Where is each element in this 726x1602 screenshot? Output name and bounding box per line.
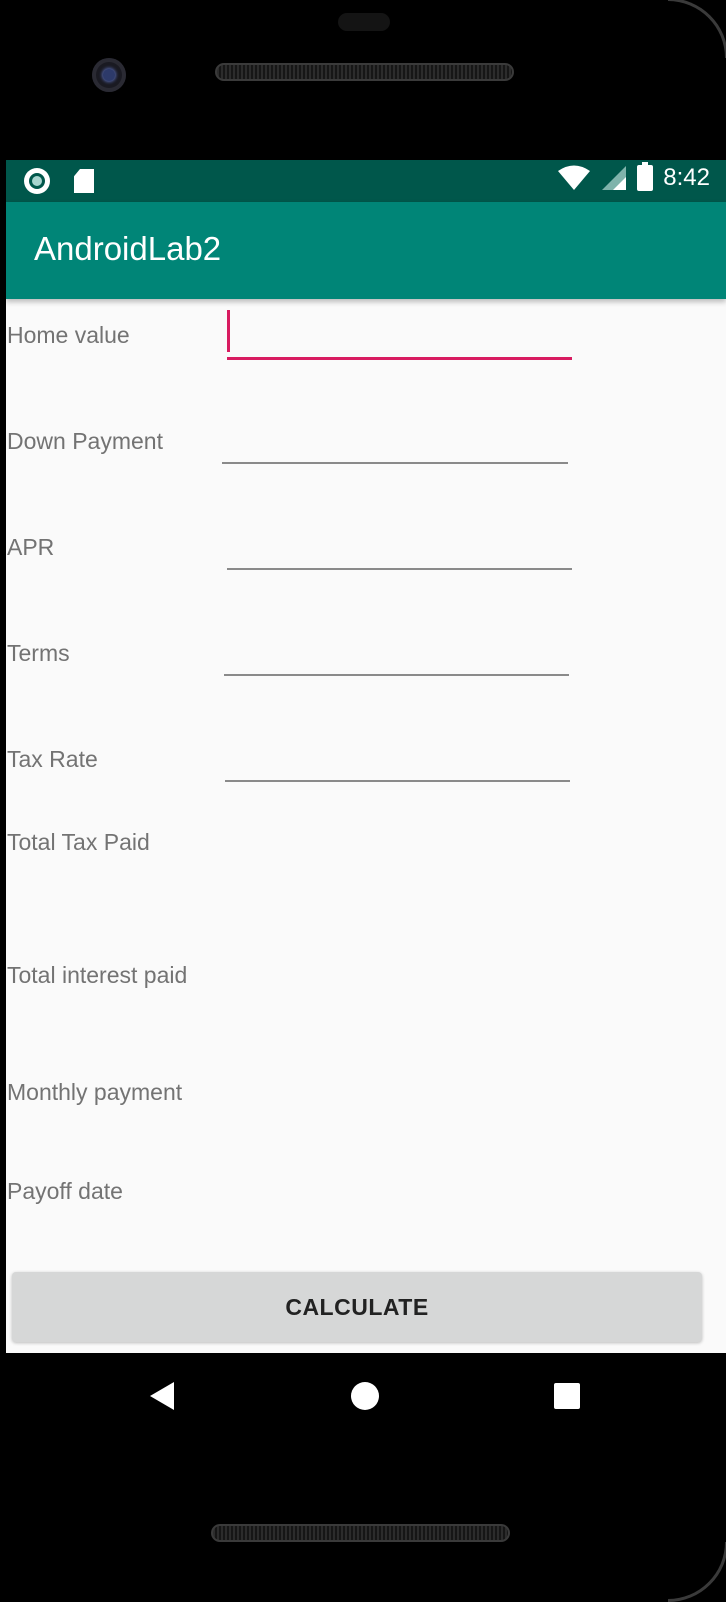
terms-label: Terms — [7, 640, 70, 666]
wifi-icon — [558, 165, 591, 190]
status-time: 8:42 — [663, 164, 710, 191]
app-bar: AndroidLab2 — [6, 202, 726, 299]
down-payment-label: Down Payment — [7, 428, 163, 454]
battery-icon — [637, 162, 654, 191]
text-cursor — [227, 310, 230, 352]
top-speaker-grille — [215, 63, 514, 81]
device-screen: 8:42 AndroidLab2 Home value Down Payment… — [6, 160, 726, 1353]
total-tax-paid-label: Total Tax Paid — [7, 829, 150, 855]
back-icon[interactable] — [150, 1382, 174, 1410]
home-value-label: Home value — [7, 322, 130, 348]
record-icon — [24, 168, 50, 194]
navigation-bar — [0, 1353, 726, 1439]
front-camera — [92, 58, 126, 92]
total-interest-paid-label: Total interest paid — [7, 962, 188, 988]
monthly-payment-label: Monthly payment — [7, 1079, 183, 1105]
calculate-button[interactable]: CALCULATE — [12, 1272, 702, 1342]
apr-label: APR — [7, 534, 55, 560]
down-payment-input[interactable] — [222, 422, 568, 464]
home-icon[interactable] — [351, 1382, 379, 1410]
cell-signal-icon — [602, 166, 627, 190]
app-title: AndroidLab2 — [34, 230, 222, 267]
status-bar: 8:42 — [6, 160, 726, 202]
home-value-input[interactable] — [227, 317, 572, 360]
earpiece — [338, 13, 390, 31]
recents-icon[interactable] — [554, 1383, 580, 1409]
apr-input[interactable] — [227, 528, 572, 570]
tax-rate-label: Tax Rate — [7, 746, 98, 772]
bottom-speaker-grille — [211, 1524, 510, 1542]
sd-card-icon — [74, 169, 94, 193]
tax-rate-input[interactable] — [225, 740, 570, 782]
terms-input[interactable] — [224, 634, 569, 676]
payoff-date-label: Payoff date — [7, 1178, 123, 1204]
